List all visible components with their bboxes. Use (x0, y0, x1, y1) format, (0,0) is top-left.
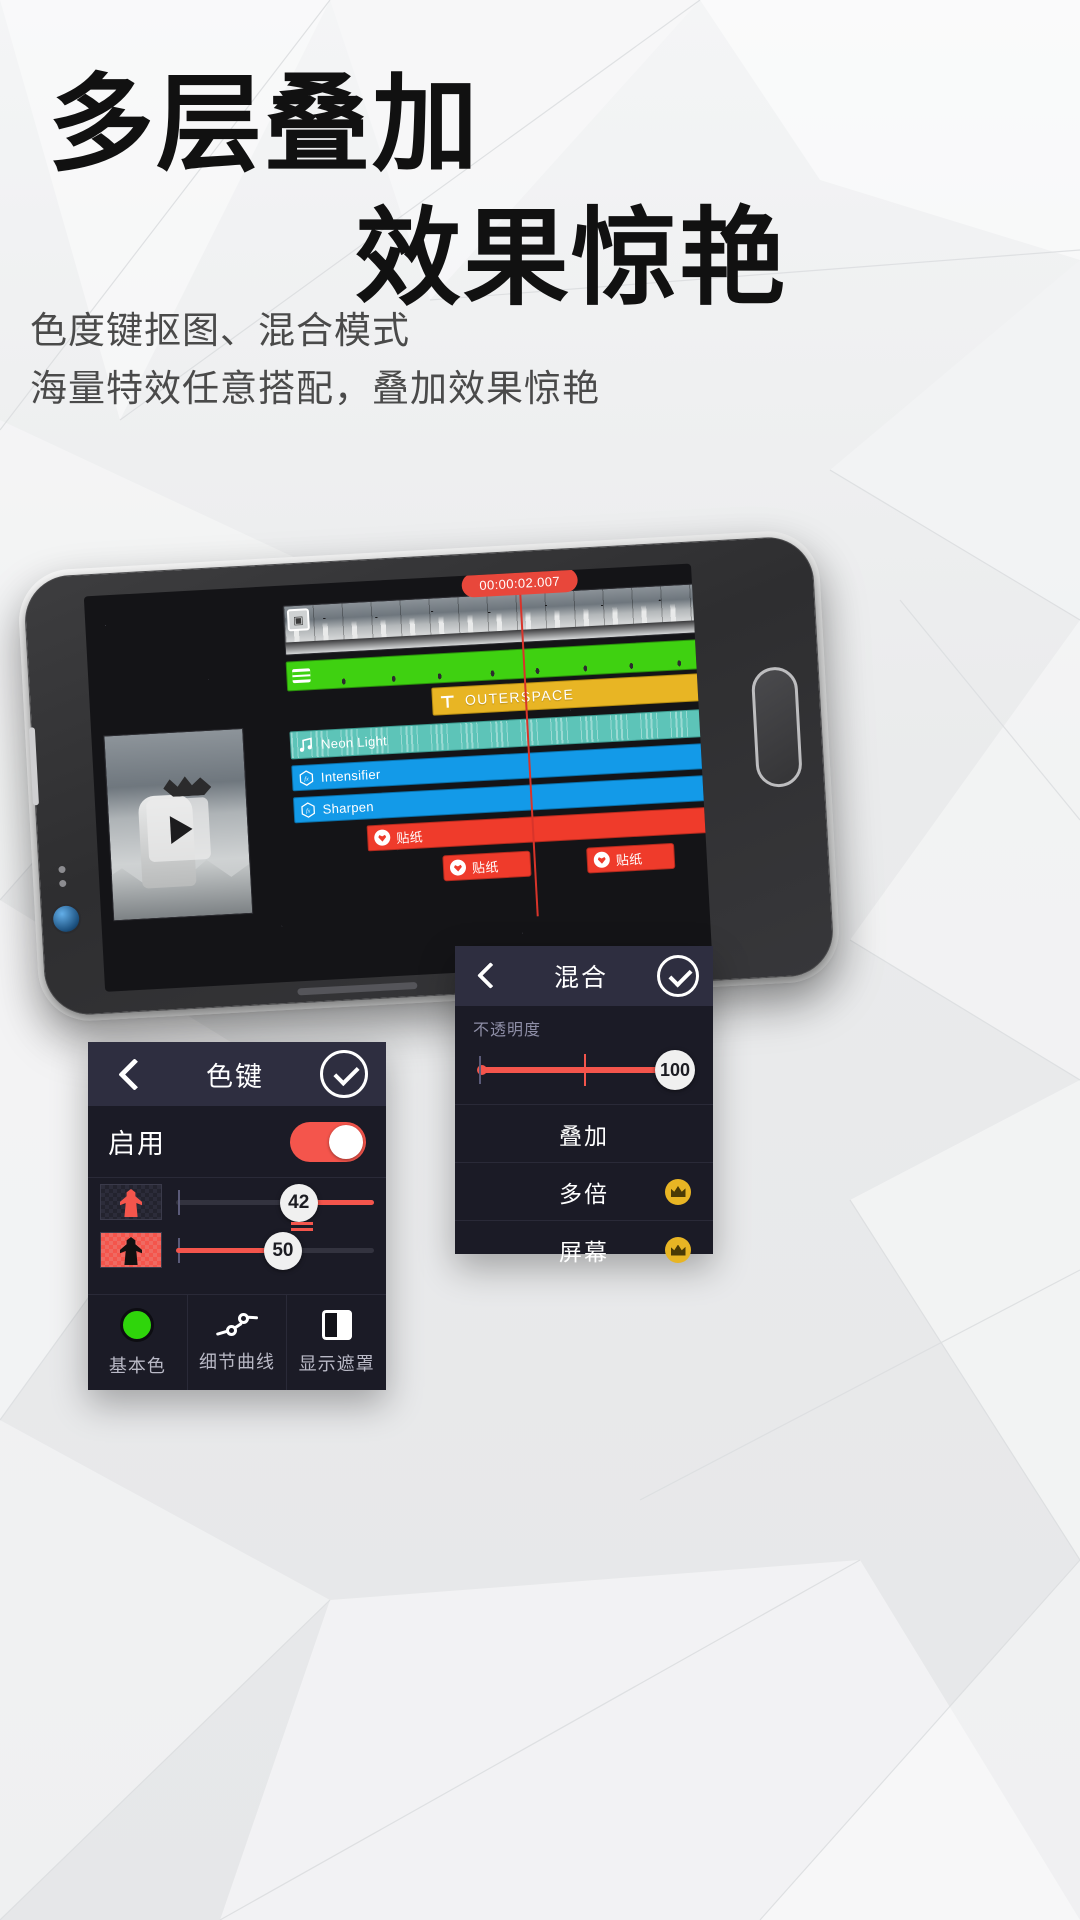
back-chevron-icon[interactable] (471, 959, 505, 993)
effect-1-label: Intensifier (320, 766, 381, 785)
svg-text:fx: fx (304, 775, 309, 782)
text-T-icon (440, 695, 454, 708)
text-clip-label: OUTERSPACE (464, 686, 575, 708)
tolerance-slider-row: 50 (88, 1226, 386, 1274)
chroma-key-panel: 色键 启用 42 50 基本色 细节曲线 显示遮罩 (88, 1042, 386, 1390)
preview-debris (163, 773, 212, 798)
headline-line-1: 多层叠加 (48, 66, 480, 184)
image-icon: ▣ (286, 608, 310, 632)
phone-mockup: 00:00:02.007 ▣ OUTERSPACE Neon Light fx … (16, 528, 842, 1024)
toggle-knob (329, 1124, 363, 1159)
blend-panel-title: 混合 (553, 964, 608, 992)
video-preview[interactable] (103, 727, 254, 922)
blend-mode-label: 叠加 (559, 1122, 609, 1149)
blend-panel-header: 混合 (455, 946, 713, 1006)
enable-label: 启用 (108, 1129, 166, 1159)
detail-curve-button[interactable]: 细节曲线 (188, 1295, 288, 1390)
crown-premium-icon (665, 1178, 691, 1205)
chroma-panel-header: 色键 (88, 1042, 386, 1106)
threshold-slider[interactable]: 42 (176, 1184, 374, 1234)
opacity-slider[interactable]: 100 (473, 1050, 695, 1090)
enable-row: 启用 (88, 1106, 386, 1178)
threshold-slider-row: 42 (88, 1178, 386, 1234)
svg-text:fx: fx (306, 807, 311, 814)
timeline-sticker-clip-1[interactable]: 贴纸 (442, 850, 532, 882)
opacity-section: 不透明度 100 (455, 1006, 713, 1105)
fx-hex-icon: fx (299, 769, 314, 786)
effect-2-label: Sharpen (322, 798, 375, 817)
threshold-knob[interactable]: 42 (279, 1184, 318, 1222)
blend-mode-label: 多倍 (559, 1180, 609, 1207)
detail-curve-label: 细节曲线 (199, 1351, 275, 1372)
check-circle-icon[interactable] (320, 1050, 368, 1098)
blend-mode-multiply[interactable]: 多倍 (455, 1163, 713, 1221)
back-chevron-icon[interactable] (110, 1054, 150, 1094)
fx-hex-icon: fx (301, 801, 315, 818)
headline-line-2: 效果惊艳 (355, 200, 787, 318)
blend-panel: 混合 不透明度 100 叠加 多倍 屏幕 (455, 946, 713, 1265)
home-button[interactable] (750, 665, 804, 789)
film-icon (292, 668, 311, 684)
play-button[interactable] (145, 796, 212, 863)
tolerance-slider[interactable]: 50 (176, 1232, 374, 1270)
blend-mode-screen[interactable]: 屏幕 (455, 1221, 713, 1279)
silhouette-filled-icon[interactable] (100, 1232, 162, 1268)
show-mask-label: 显示遮罩 (298, 1353, 375, 1374)
opacity-tick-min (479, 1056, 481, 1084)
opacity-label: 不透明度 (473, 1022, 542, 1039)
timeline-sticker-clip-2[interactable]: 贴纸 (586, 842, 676, 874)
sticker-heart-icon (593, 851, 611, 869)
chroma-button-row: 基本色 细节曲线 显示遮罩 (88, 1294, 386, 1390)
enable-toggle[interactable] (290, 1121, 366, 1162)
mask-contrast-icon (321, 1309, 352, 1340)
sticker-heart-icon (373, 829, 391, 847)
blend-mode-overlay[interactable]: 叠加 (455, 1105, 713, 1163)
sticker-main-label: 贴纸 (395, 828, 424, 846)
show-mask-button[interactable]: 显示遮罩 (287, 1295, 386, 1390)
crown-premium-icon (665, 1237, 691, 1263)
opacity-slider-knob[interactable]: 100 (655, 1050, 695, 1090)
check-circle-icon[interactable] (657, 955, 699, 997)
opacity-slider-fill (479, 1067, 661, 1073)
threshold-tick-min (178, 1190, 180, 1215)
sticker-clip-2-label: 贴纸 (615, 851, 643, 868)
base-color-label: 基本色 (108, 1355, 166, 1376)
sticker-heart-icon (449, 859, 467, 876)
green-color-dot-icon (120, 1307, 155, 1342)
subtitle-line-2: 海量特效任意搭配，叠加效果惊艳 (30, 368, 600, 409)
chroma-panel-title: 色键 (206, 1061, 264, 1092)
music-note-icon (299, 736, 313, 752)
silhouette-transparent-icon[interactable] (100, 1184, 162, 1220)
base-color-button[interactable]: 基本色 (88, 1295, 188, 1390)
curve-nodes-icon (215, 1312, 259, 1338)
subtitle-line-1: 色度键抠图、混合模式 (30, 310, 410, 351)
tolerance-knob[interactable]: 50 (263, 1232, 302, 1270)
blend-mode-label: 屏幕 (559, 1239, 609, 1265)
phone-screen: 00:00:02.007 ▣ OUTERSPACE Neon Light fx … (83, 563, 713, 992)
opacity-tick-mid (584, 1054, 586, 1086)
sticker-clip-1-label: 贴纸 (471, 858, 500, 876)
